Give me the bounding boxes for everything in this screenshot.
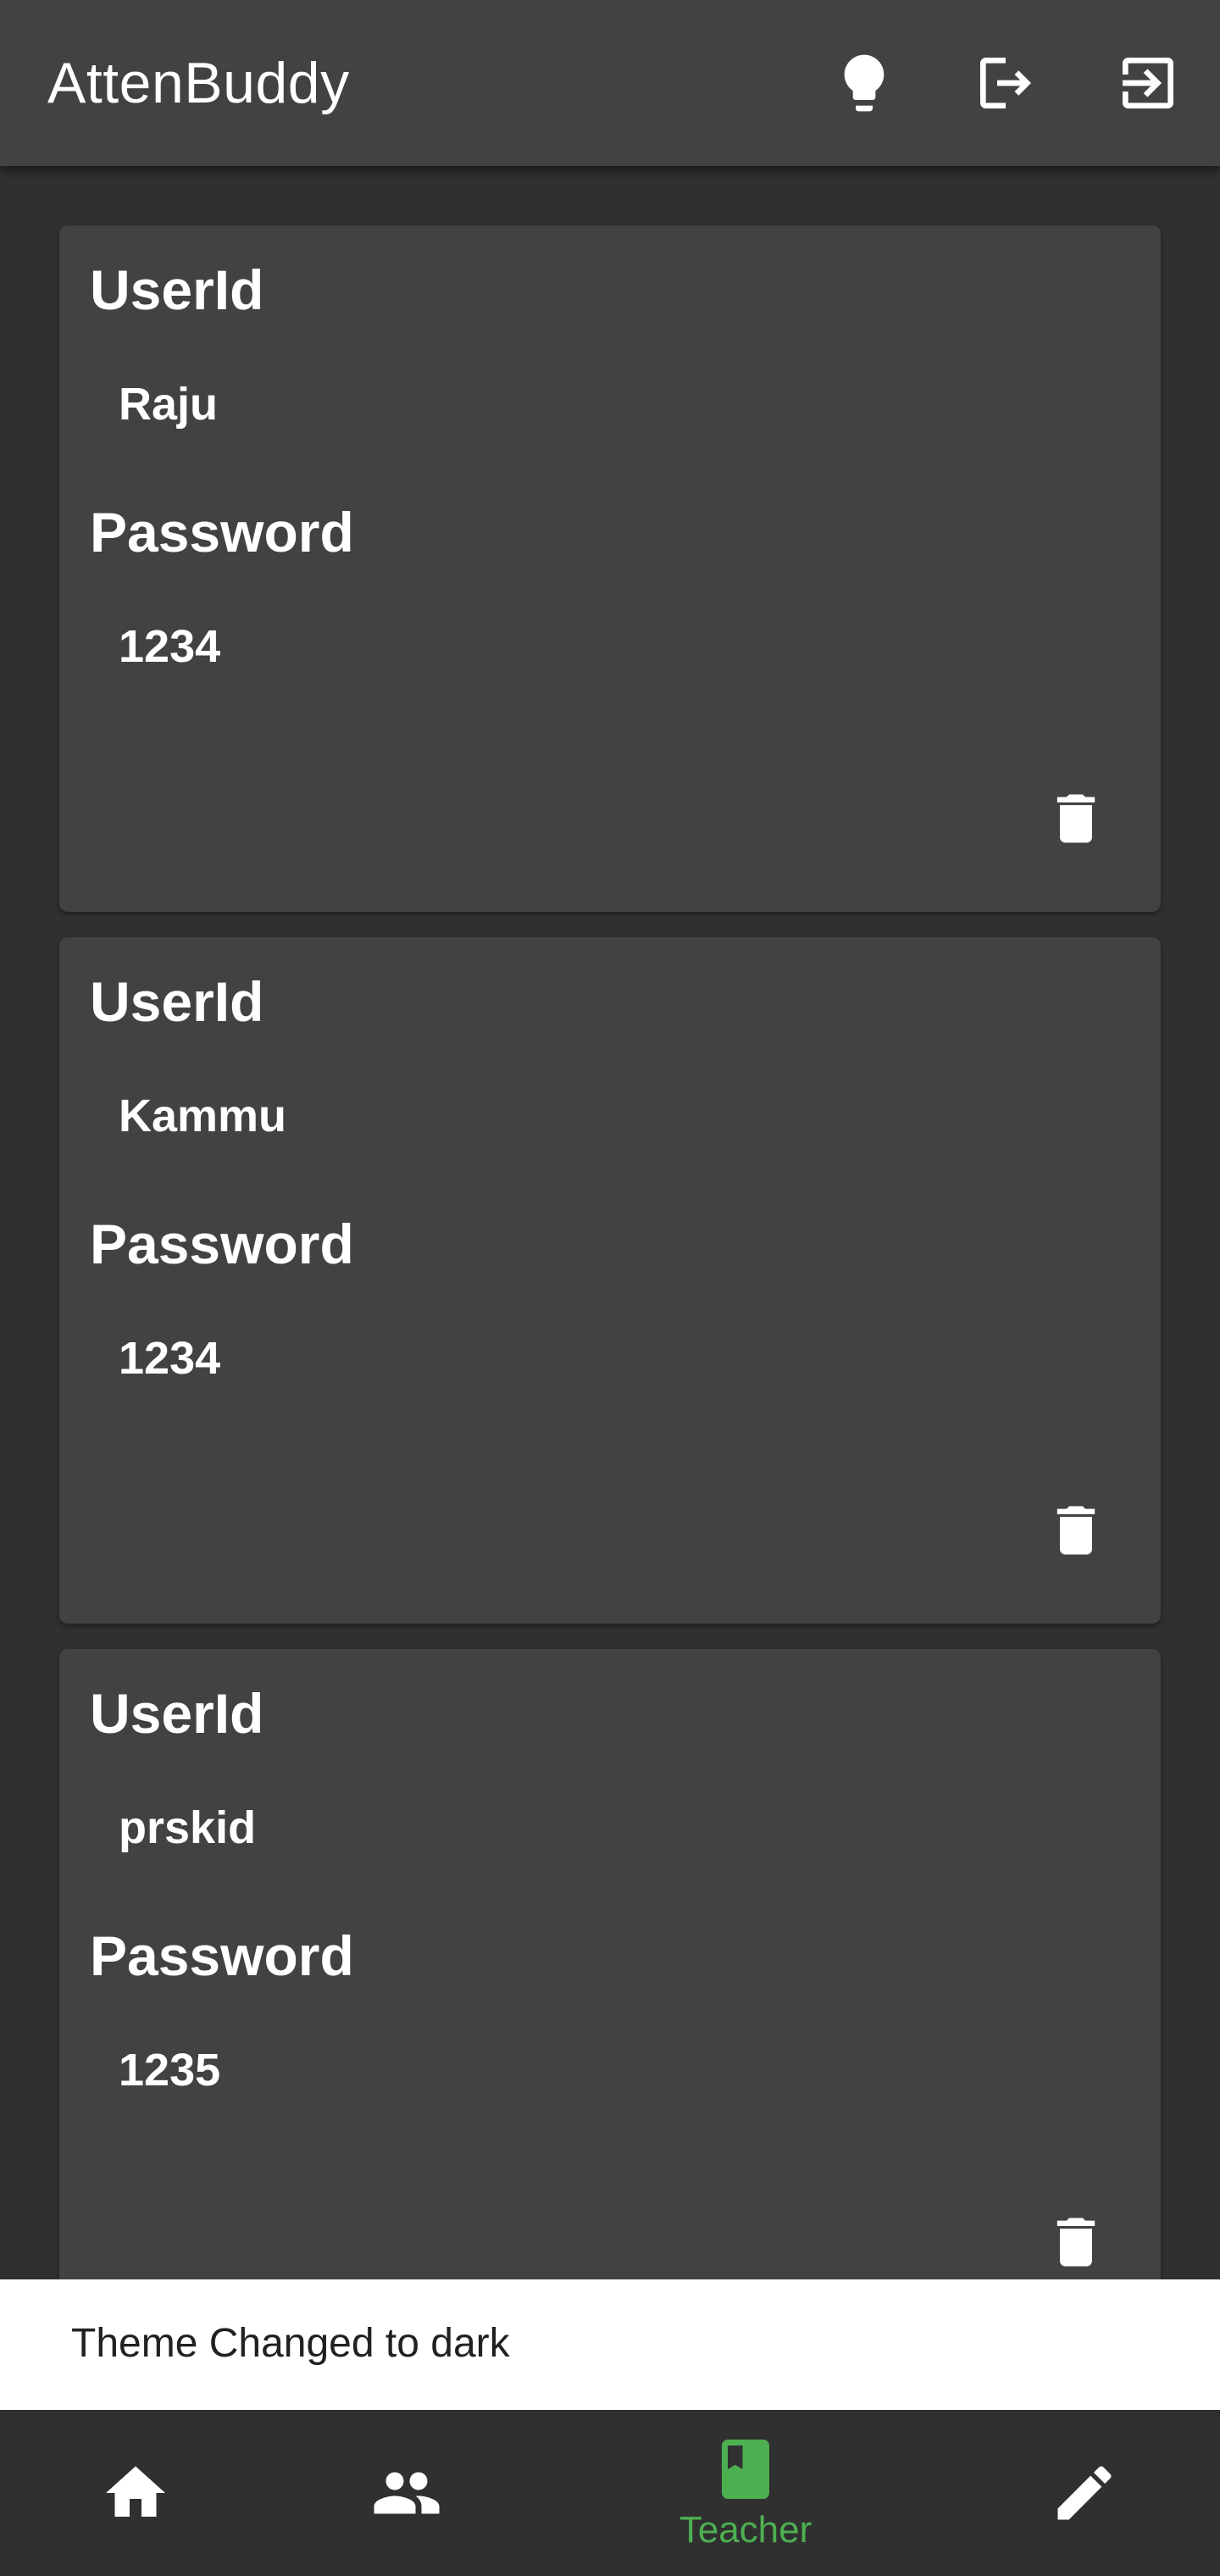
trash-icon xyxy=(1056,2218,1095,2267)
app-bar: AttenBuddy xyxy=(0,0,1220,166)
snackbar-message: Theme Changed to dark xyxy=(71,2321,510,2366)
userid-value: prskid xyxy=(119,1802,257,1853)
nav-item-home[interactable] xyxy=(51,2410,220,2576)
delete-button[interactable] xyxy=(1034,1488,1118,1573)
credential-card: UserId Kammu Password 1234 xyxy=(59,937,1161,1624)
login-icon xyxy=(1123,58,1173,108)
credentials-list[interactable]: UserId Raju Password 1234 UserId Kammu P… xyxy=(0,166,1220,2279)
password-value: 1235 xyxy=(119,2045,221,2096)
app-title: AttenBuddy xyxy=(47,51,350,115)
login-button[interactable] xyxy=(1107,42,1189,124)
book-icon xyxy=(722,2440,769,2499)
delete-button[interactable] xyxy=(1034,776,1118,861)
password-value: 1234 xyxy=(119,1333,221,1384)
nav-item-people[interactable] xyxy=(322,2410,491,2576)
home-icon xyxy=(106,2466,165,2517)
userid-label: UserId xyxy=(90,258,264,321)
trash-icon xyxy=(1056,794,1095,843)
bottom-navigation: Teacher xyxy=(0,2410,1220,2576)
userid-value: Raju xyxy=(119,379,219,430)
credential-card: UserId prskid Password 1235 xyxy=(59,1649,1161,2279)
password-label: Password xyxy=(90,1924,354,1987)
delete-button[interactable] xyxy=(1034,2200,1118,2279)
snackbar: Theme Changed to dark xyxy=(0,2279,1220,2410)
userid-label: UserId xyxy=(90,970,264,1033)
nav-label-teacher: Teacher xyxy=(679,2509,812,2551)
password-label: Password xyxy=(90,501,354,564)
trash-icon xyxy=(1056,1506,1095,1555)
logout-button[interactable] xyxy=(965,42,1046,124)
people-icon xyxy=(374,2472,440,2514)
theme-toggle-button[interactable] xyxy=(824,42,905,124)
nav-item-edit[interactable] xyxy=(1000,2410,1169,2576)
password-label: Password xyxy=(90,1213,354,1275)
userid-label: UserId xyxy=(90,1682,264,1745)
nav-item-teacher[interactable]: Teacher xyxy=(627,2410,864,2576)
pencil-icon xyxy=(1057,2466,1112,2520)
logout-icon xyxy=(980,58,1031,108)
credential-card: UserId Raju Password 1234 xyxy=(59,225,1161,912)
password-value: 1234 xyxy=(119,621,221,672)
userid-value: Kammu xyxy=(119,1091,287,1141)
lightbulb-icon xyxy=(844,54,884,112)
